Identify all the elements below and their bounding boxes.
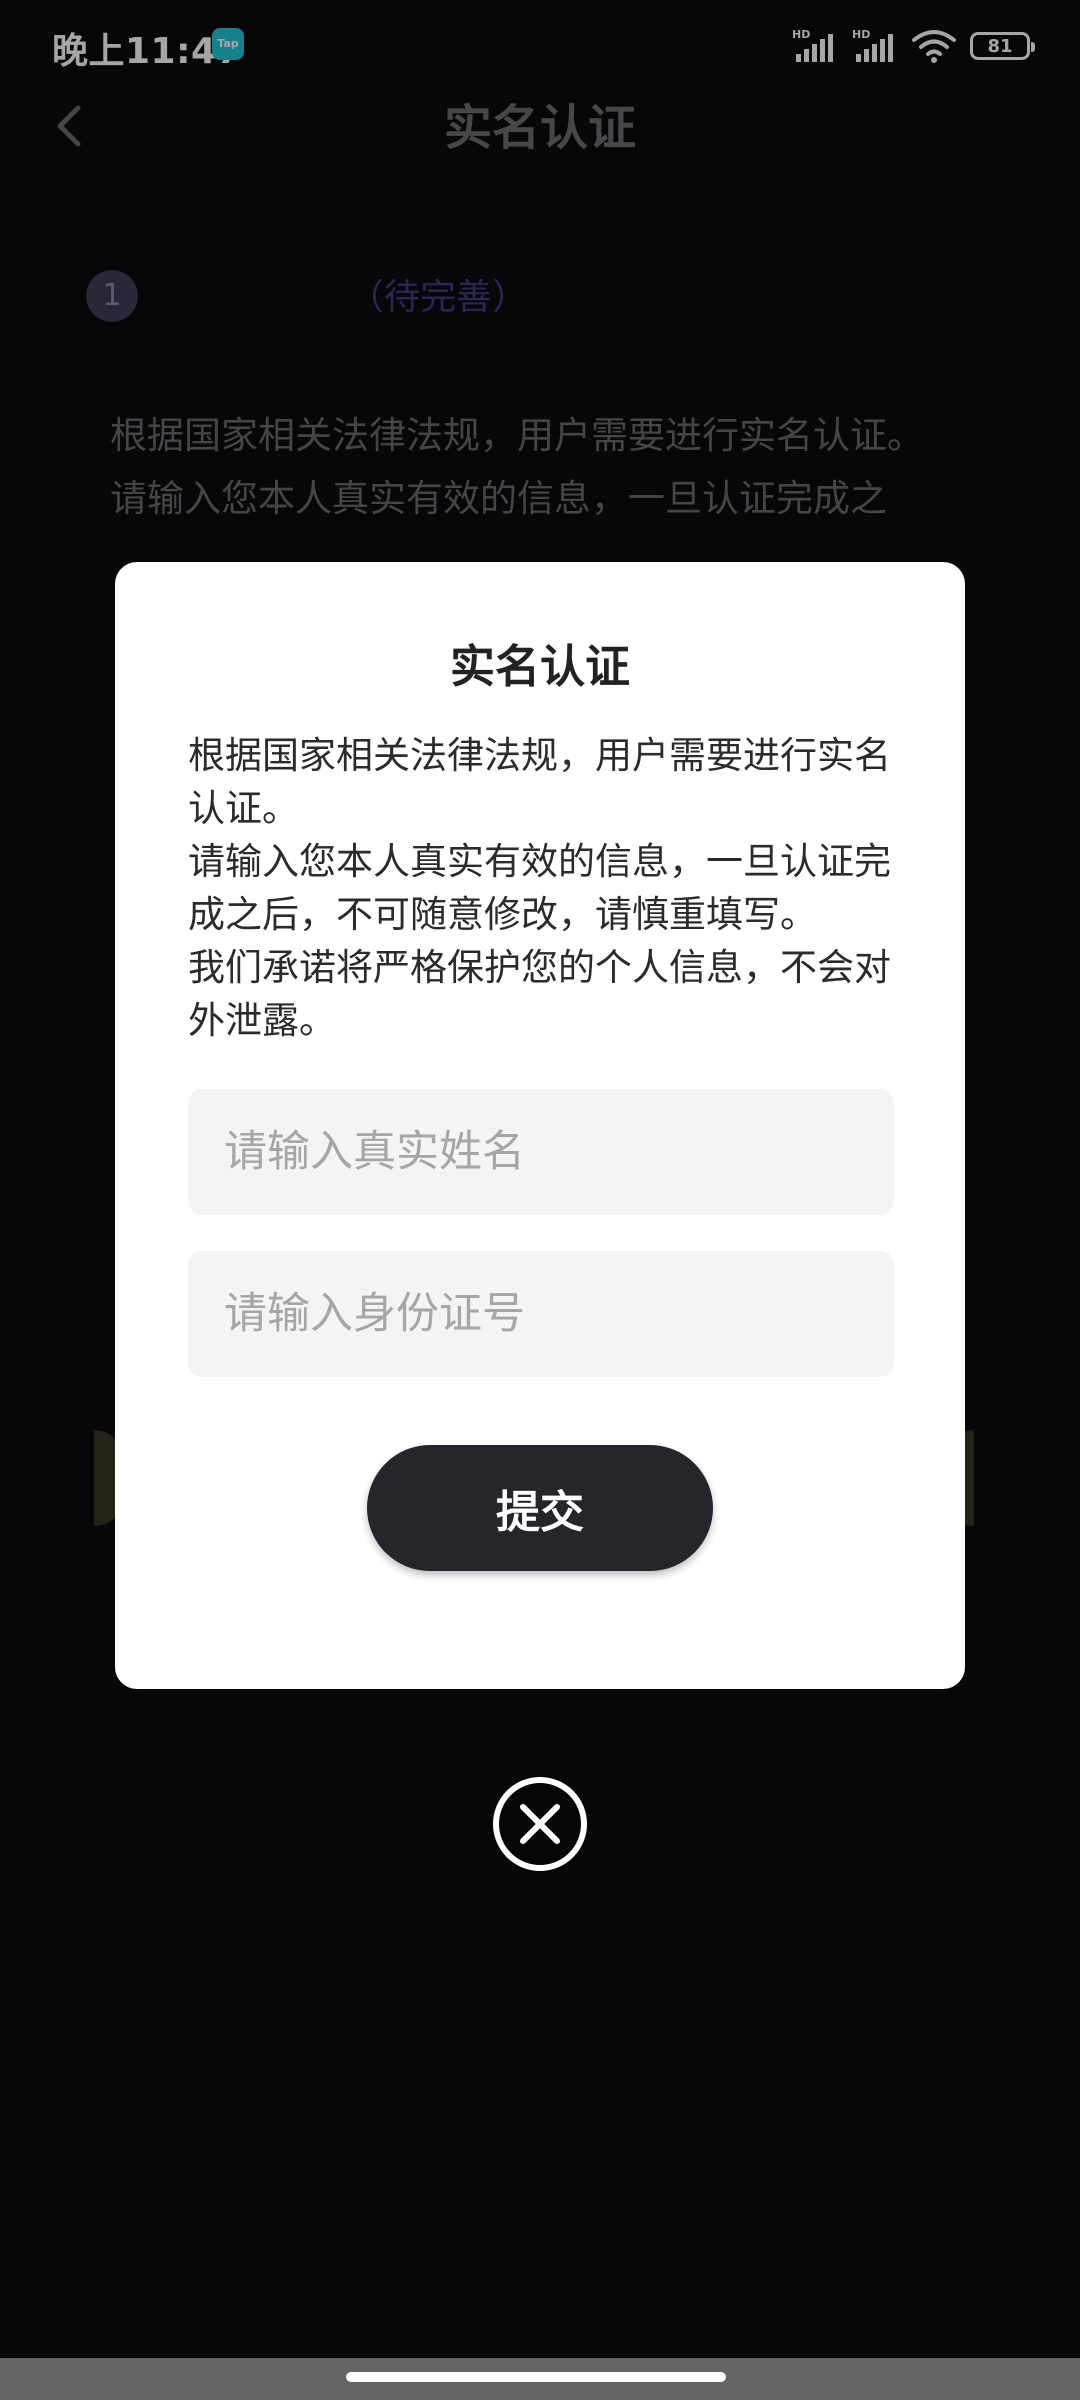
description-paragraph: 我们承诺将严格保护您的个人信息，不会对外泄露。 (188, 946, 891, 1042)
description-paragraph: 请输入您本人真实有效的信息，一旦认证完成之后，不可随意修改，请慎重填写。 (188, 840, 891, 936)
close-circle-icon[interactable] (492, 1776, 588, 1872)
dialog-description: 根据国家相关法律法规，用户需要进行实名认证。 请输入您本人真实有效的信息，一旦认… (188, 729, 892, 1047)
description-paragraph: 根据国家相关法律法规，用户需要进行实名认证。 (188, 734, 891, 830)
navigation-bar (0, 2358, 1080, 2400)
submit-button[interactable]: 提交 (367, 1445, 713, 1571)
dialog-title: 实名认证 (449, 640, 630, 693)
verification-dialog: 实名认证 根据国家相关法律法规，用户需要进行实名认证。 请输入您本人真实有效的信… (115, 562, 965, 1689)
home-indicator[interactable] (346, 2372, 726, 2382)
id-number-input[interactable] (188, 1251, 894, 1377)
real-name-input[interactable] (188, 1089, 894, 1215)
